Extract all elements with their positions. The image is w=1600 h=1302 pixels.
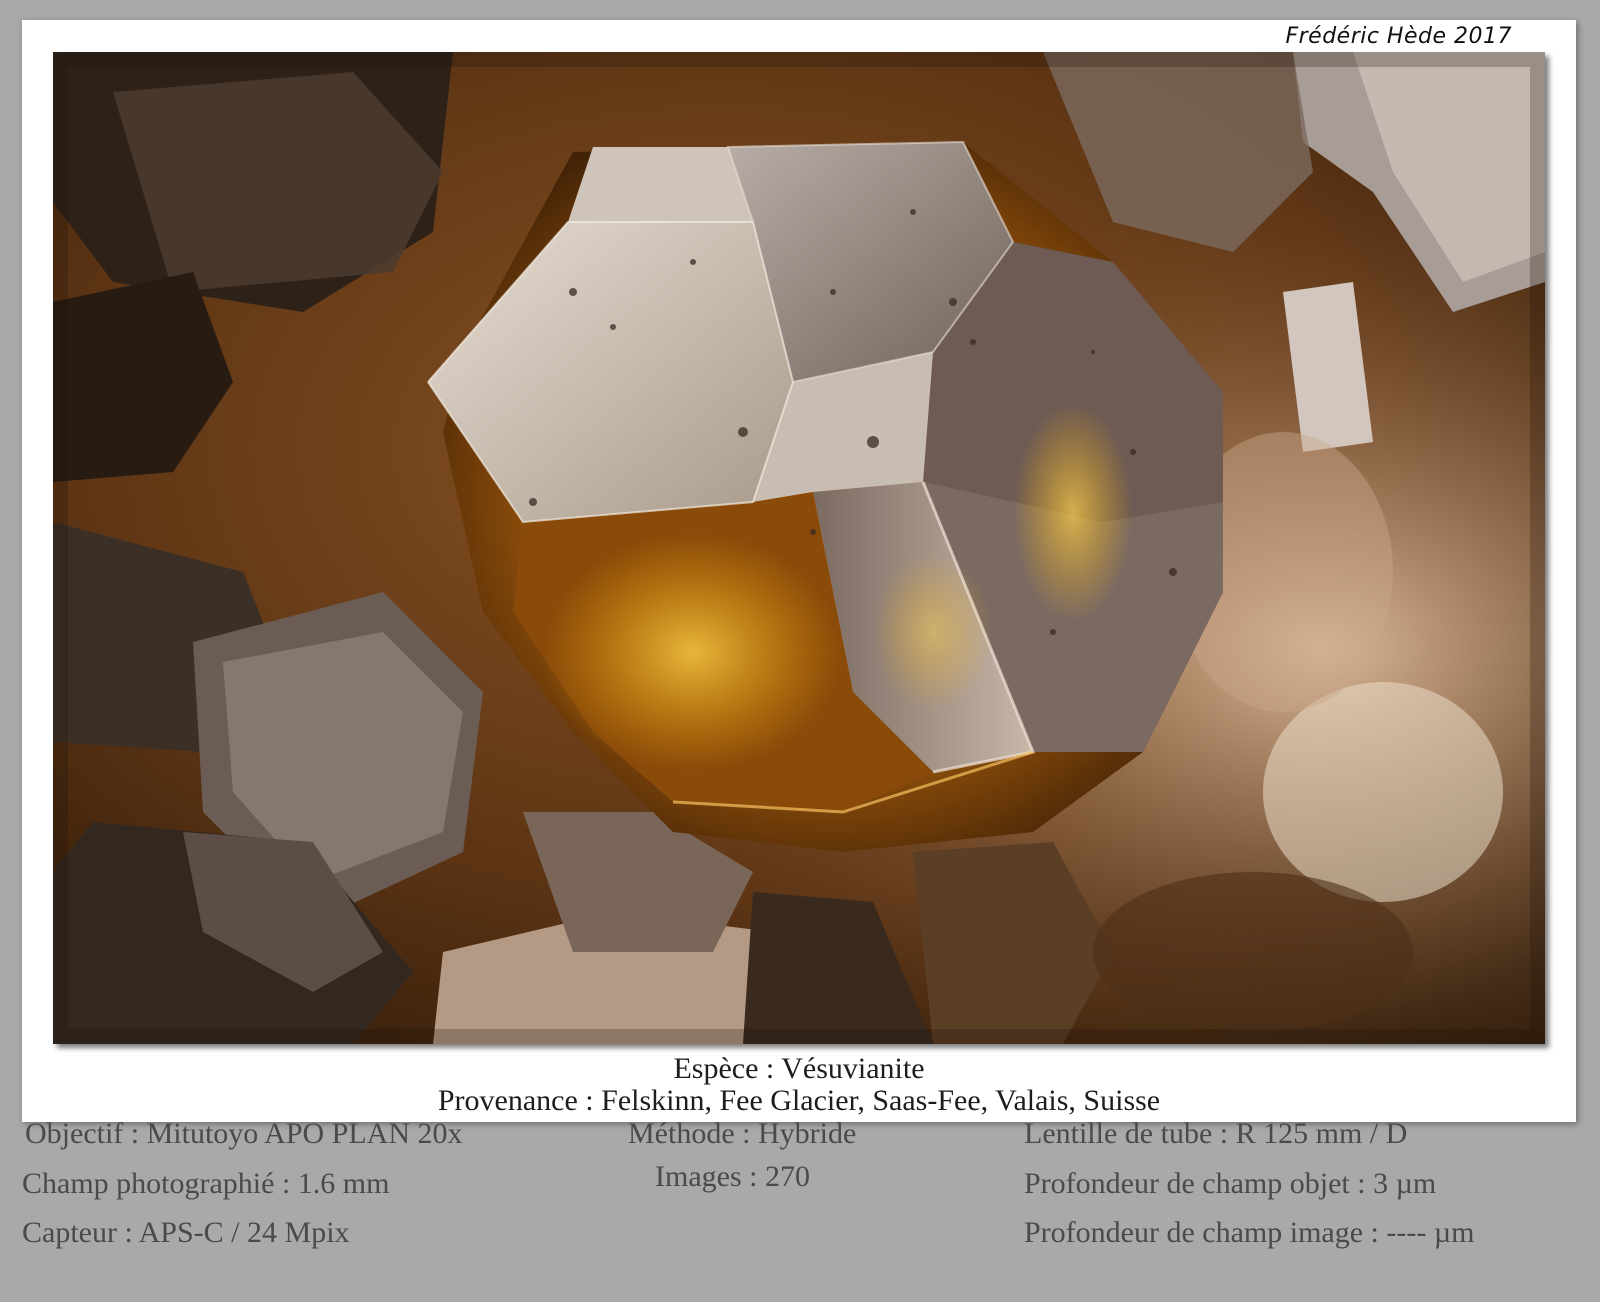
- image-depth-spec: Profondeur de champ image : ---- µm: [1024, 1216, 1475, 1249]
- sensor-spec: Capteur : APS-C / 24 Mpix: [22, 1216, 350, 1249]
- origin-caption: Provenance : Felskinn, Fee Glacier, Saas…: [437, 1084, 1161, 1117]
- vesuvianite-crystal-image: [53, 52, 1545, 1044]
- tube-lens-spec: Lentille de tube : R 125 mm / D: [1024, 1117, 1408, 1150]
- method-spec: Méthode : Hybride: [628, 1117, 857, 1150]
- object-depth-spec: Profondeur de champ objet : 3 µm: [1024, 1167, 1437, 1200]
- species-caption: Espèce : Vésuvianite: [673, 1052, 925, 1085]
- mineral-photo: [53, 52, 1545, 1044]
- photo-card: Frédéric Hède 2017 Espèce: Vésuvianite …: [22, 20, 1576, 1122]
- photographer-credit: Frédéric Hède 2017: [1285, 24, 1512, 49]
- images-spec: Images : 270: [655, 1160, 810, 1193]
- field-spec: Champ photographié : 1.6 mm: [22, 1167, 390, 1200]
- objective-spec: Objectif : Mitutoyo APO PLAN 20x: [25, 1117, 463, 1150]
